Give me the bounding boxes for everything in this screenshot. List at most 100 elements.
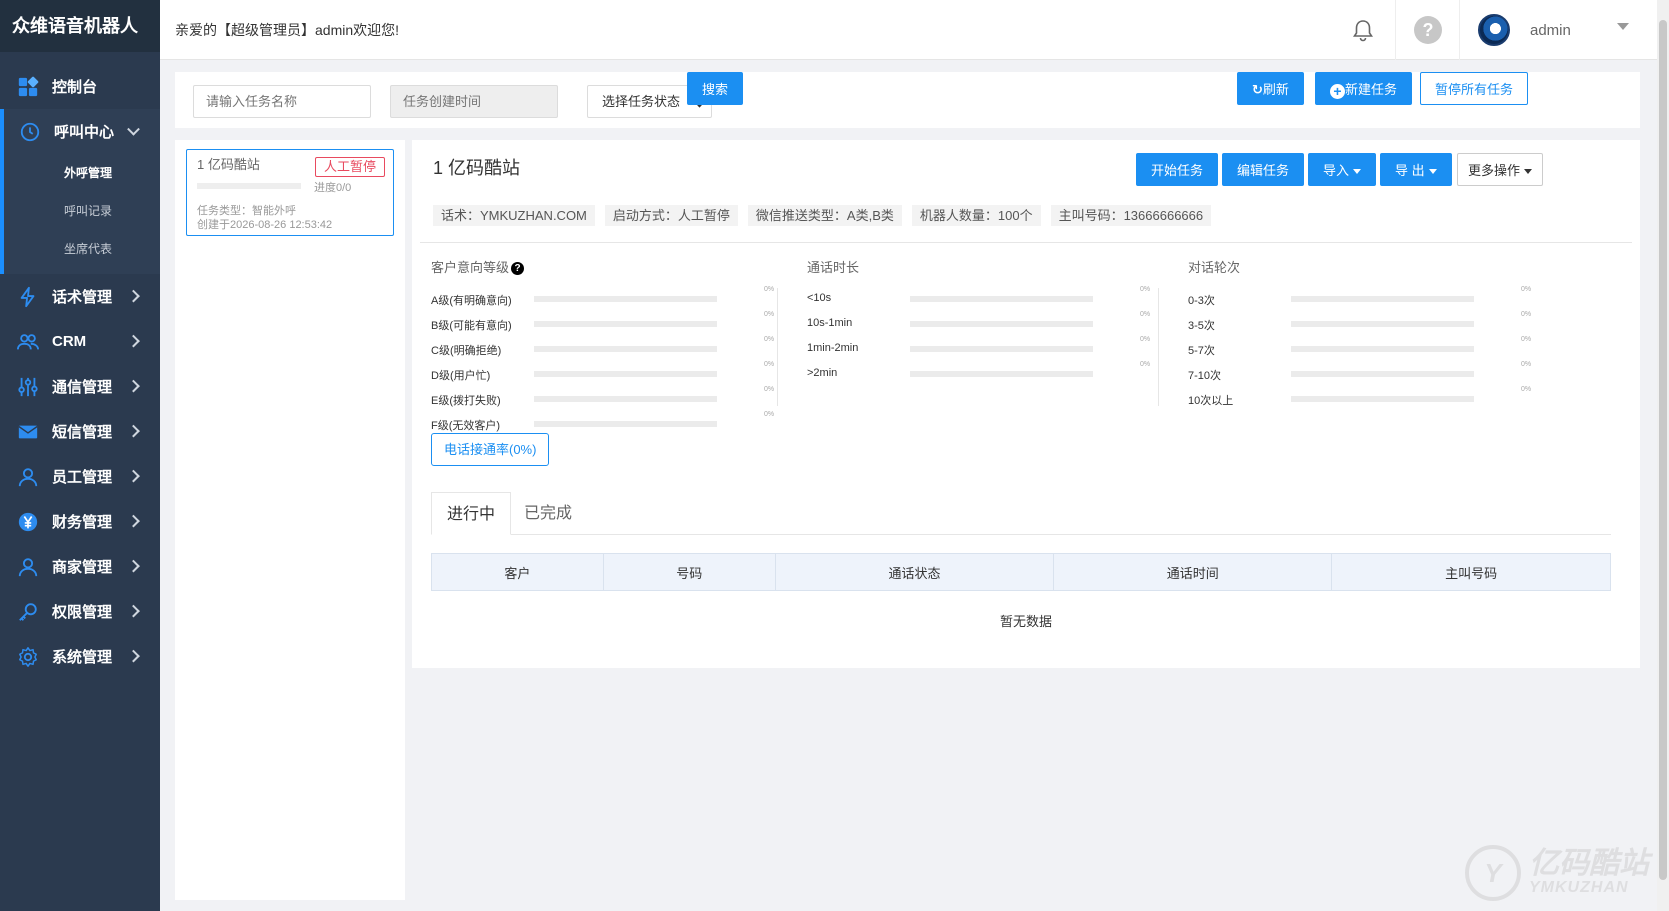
intent-rows: A级(有明确意向) 0% B级(可能有意向) 0% C级(明确拒绝) 0% D级(用户… xyxy=(414,286,774,436)
chip-robot-count: 机器人数量：100个 xyxy=(911,205,1041,226)
empty-state: 暂无数据 xyxy=(999,614,1052,629)
rounds-row: 3-5次 0% xyxy=(1188,311,1538,336)
stat-pct: 0% xyxy=(1521,361,1532,368)
rounds-row: 0-3次 0% xyxy=(1188,286,1538,311)
rounds-row: 7-10次 0% xyxy=(1188,361,1538,386)
stat-pct: 0% xyxy=(1140,311,1151,318)
sidebar-menu: 控制台 呼叫中心 外呼管理 呼叫记录 坐席代表 话术管理 CRM 通信管理 短信… xyxy=(0,64,160,679)
sidebar-item-label: 员工管理 xyxy=(52,469,113,486)
sidebar-item-label: 呼叫中心 xyxy=(54,124,115,141)
chip-caller-number: 主叫号码：13666666666 xyxy=(1050,205,1212,226)
chevron-right-icon xyxy=(127,289,140,302)
task-name-input[interactable] xyxy=(193,85,371,118)
sliders-icon xyxy=(16,375,40,399)
divider xyxy=(777,288,778,406)
sidebar-item-merchant[interactable]: 商家管理 xyxy=(0,544,160,589)
chevron-right-icon xyxy=(127,514,140,527)
stat-pct: 0% xyxy=(764,411,775,418)
sidebar-item-script[interactable]: 话术管理 xyxy=(0,274,160,319)
question-icon[interactable]: ? xyxy=(511,262,525,276)
watermark-logo: Y xyxy=(1465,845,1521,901)
sidebar-item-permission[interactable]: 权限管理 xyxy=(0,589,160,634)
column-header: 客户 xyxy=(431,553,604,591)
duration-stats-title: 通话时长 xyxy=(807,260,860,275)
stat-pct: 0% xyxy=(1521,286,1532,293)
sub-item-outbound[interactable]: 外呼管理 xyxy=(4,154,160,192)
refresh-button[interactable]: ↻刷新 xyxy=(1237,72,1304,105)
stat-label: 3-5次 xyxy=(1188,320,1215,332)
column-header: 通话时间 xyxy=(1053,553,1333,591)
clock-icon xyxy=(18,120,42,144)
lightning-icon xyxy=(16,285,40,309)
stat-bar xyxy=(910,371,1093,377)
sidebar-item-label: 系统管理 xyxy=(52,649,113,666)
stat-bar xyxy=(1291,371,1474,377)
stat-bar xyxy=(534,396,717,402)
sub-item-agents[interactable]: 坐席代表 xyxy=(4,230,160,268)
edit-task-button[interactable]: 编辑任务 xyxy=(1222,153,1305,186)
stat-label: B级(可能有意向) xyxy=(431,320,512,332)
caret-down-icon xyxy=(1428,169,1437,175)
export-button[interactable]: 导 出 xyxy=(1380,153,1452,186)
avatar xyxy=(1478,14,1510,46)
sidebar-item-sms[interactable]: 短信管理 xyxy=(0,409,160,454)
watermark-en: YMKUZHAN xyxy=(1529,879,1629,896)
username: admin xyxy=(1530,21,1571,39)
tab-completed[interactable]: 已完成 xyxy=(509,492,587,535)
watermark-text: 亿码酷站 YMKUZHAN xyxy=(1529,849,1649,897)
stat-pct: 0% xyxy=(764,336,775,343)
duration-row: >2min 0% xyxy=(807,361,1157,386)
task-card[interactable]: 1 亿码酷站 人工暂停 进度0/0 任务类型：智能外呼 创建于2026-08-2… xyxy=(186,149,394,236)
stat-bar xyxy=(534,296,717,302)
welcome-text: 亲爱的【超级管理员】admin欢迎您! xyxy=(175,22,400,38)
stat-bar xyxy=(534,321,717,327)
sub-item-call-records[interactable]: 呼叫记录 xyxy=(4,192,160,230)
stat-label: 10次以上 xyxy=(1188,395,1234,407)
task-time-input[interactable] xyxy=(390,85,558,118)
intent-row: B级(可能有意向) 0% xyxy=(431,311,774,336)
rounds-stats-title: 对话轮次 xyxy=(1188,260,1241,275)
task-progress-text: 进度0/0 xyxy=(314,182,352,194)
sidebar-item-crm[interactable]: CRM xyxy=(0,319,160,364)
stat-bar xyxy=(534,346,717,352)
start-task-button[interactable]: 开始任务 xyxy=(1136,153,1219,186)
stat-bar xyxy=(534,371,717,377)
question-icon: ? xyxy=(1413,16,1442,44)
task-status-value: 选择任务状态 xyxy=(602,94,681,109)
yen-icon xyxy=(16,510,40,534)
user-menu[interactable]: admin xyxy=(1459,0,1669,60)
sidebar-item-finance[interactable]: 财务管理 xyxy=(0,499,160,544)
new-task-button[interactable]: + 新建任务 xyxy=(1315,72,1413,105)
watermark: Y 亿码酷站 YMKUZHAN xyxy=(1465,845,1649,901)
connect-rate-button[interactable]: 电话接通率(0%) xyxy=(431,433,550,466)
stat-label: 0-3次 xyxy=(1188,295,1215,307)
sidebar-item-call-center[interactable]: 呼叫中心 xyxy=(0,109,160,154)
import-button[interactable]: 导入 xyxy=(1308,153,1377,186)
tab-in-progress[interactable]: 进行中 xyxy=(431,492,512,535)
page-scrollbar[interactable] xyxy=(1657,0,1669,911)
sidebar-item-communication[interactable]: 通信管理 xyxy=(0,364,160,409)
more-actions-button[interactable]: 更多操作 xyxy=(1457,153,1544,186)
watermark-cn: 亿码酷站 xyxy=(1529,847,1649,880)
stat-bar xyxy=(1291,396,1474,402)
sidebar-item-label: 话术管理 xyxy=(52,289,113,306)
dashboard-icon xyxy=(16,75,40,99)
new-task-label: 新建任务 xyxy=(1345,82,1398,97)
sidebar-item-staff[interactable]: 员工管理 xyxy=(0,454,160,499)
sidebar-item-label: 权限管理 xyxy=(52,604,113,621)
intent-row: C级(明确拒绝) 0% xyxy=(431,336,774,361)
sidebar-item-dashboard[interactable]: 控制台 xyxy=(0,64,160,109)
chevron-right-icon xyxy=(127,559,140,572)
scrollbar-thumb[interactable] xyxy=(1659,20,1667,880)
more-actions-label: 更多操作 xyxy=(1468,163,1521,178)
user-icon xyxy=(16,465,40,489)
help-button[interactable]: ? xyxy=(1395,0,1459,60)
notification-button[interactable] xyxy=(1331,0,1395,60)
search-button[interactable]: 搜索 xyxy=(687,72,744,105)
pause-all-button[interactable]: 暂停所有任务 xyxy=(1420,72,1529,105)
export-label: 导 出 xyxy=(1395,163,1425,178)
column-header: 号码 xyxy=(602,553,776,591)
sidebar-item-system[interactable]: 系统管理 xyxy=(0,634,160,679)
task-created: 创建于2026-08-26 12:53:42 xyxy=(197,219,333,231)
key-icon xyxy=(16,600,40,624)
